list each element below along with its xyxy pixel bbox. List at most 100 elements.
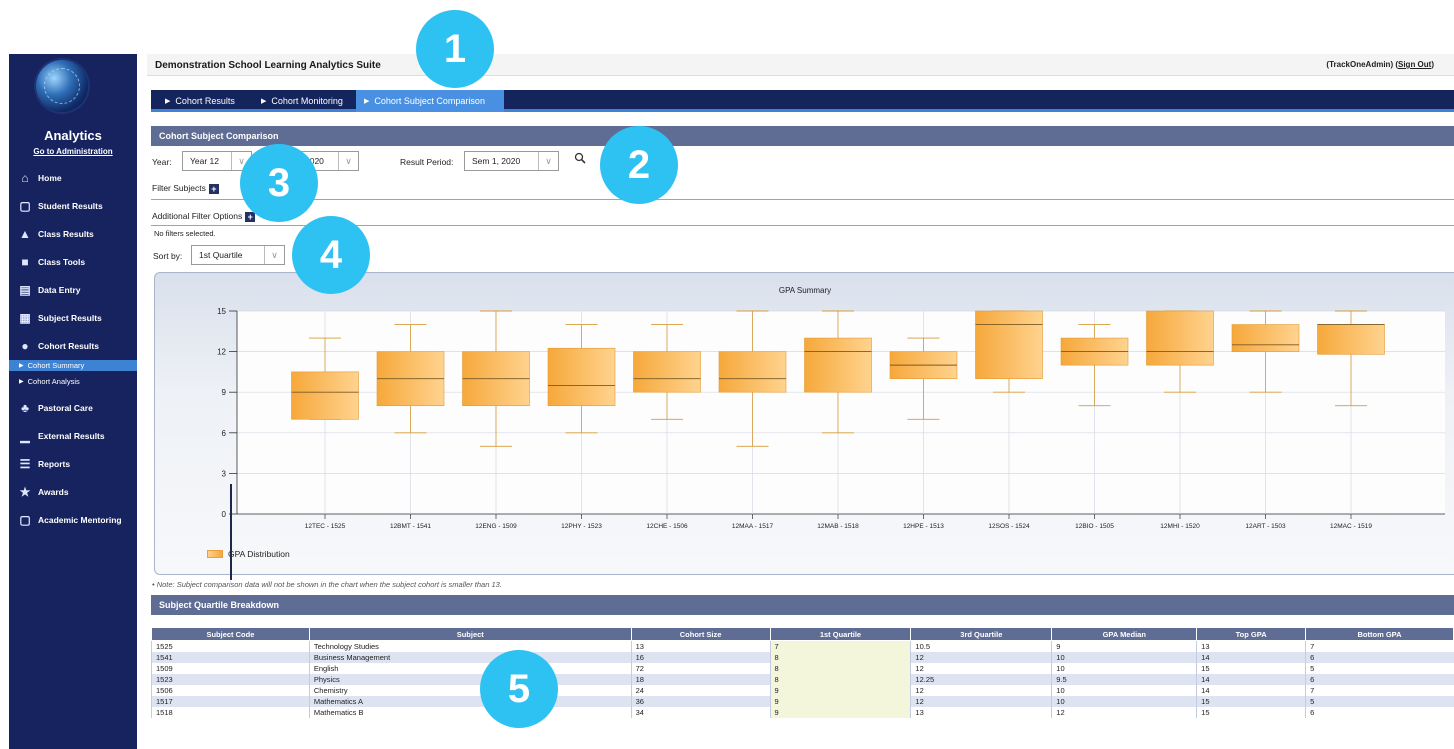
box (547, 347, 616, 407)
table-cell: Technology Studies (308, 640, 632, 652)
sidebar-item-academic-mentoring[interactable]: ▢ Academic Mentoring (9, 510, 137, 530)
callout-badge: 1 (416, 10, 494, 88)
table-cell: 13 (630, 640, 771, 652)
box (291, 371, 359, 420)
column-header[interactable]: Top GPA (1196, 627, 1307, 641)
column-header[interactable]: Cohort Size (630, 627, 771, 641)
logo-globe-icon (36, 60, 88, 112)
table-row[interactable]: 1523 Physics 18 8 12.25 9.5 14 6 (151, 673, 1454, 685)
table-cell: 12.25 (910, 673, 1052, 685)
table-cell: 36 (630, 695, 771, 707)
sidebar-item-label: Class Results (38, 229, 94, 239)
table-cell: 9 (1051, 640, 1197, 652)
sort-label: Sort by: (153, 251, 183, 261)
y-tick-label: 15 (217, 307, 226, 316)
tab-cohort-monitoring[interactable]: ▶ Cohort Monitoring (253, 90, 351, 112)
sidebar-item-class-results[interactable]: ▲ Class Results (9, 224, 137, 244)
tab-bar: ▶ Cohort Results ▶ Cohort Monitoring ▶ C… (151, 90, 1454, 112)
tab-cohort-subject-comparison[interactable]: ▶ Cohort Subject Comparison (356, 90, 504, 112)
mortarboard-icon: ▲ (19, 227, 31, 241)
box (718, 351, 787, 393)
sign-out-link[interactable]: Sign Out (1398, 60, 1431, 69)
filter-subjects-toggle[interactable]: Filter Subjects + (152, 183, 219, 194)
mortarboard-icon: ▢ (19, 199, 31, 213)
box (633, 351, 701, 393)
column-header[interactable]: Subject (308, 627, 632, 641)
result-period-select[interactable]: Sem 1, 2020 ∨ (464, 151, 559, 171)
callout-badge: 4 (292, 216, 370, 294)
sidebar-item-label: Cohort Results (38, 341, 99, 351)
sidebar-item-external-results[interactable]: ▁ External Results (9, 426, 137, 446)
table-cell: Physics (308, 673, 632, 685)
sidebar-item-class-tools[interactable]: ■ Class Tools (9, 252, 137, 272)
x-tick-label: 12MHI - 1520 (1160, 523, 1200, 530)
table-cell: 14 (1196, 673, 1306, 685)
sidebar-item-label: Academic Mentoring (38, 515, 122, 525)
sidebar-item-subject-results[interactable]: ▦ Subject Results (9, 308, 137, 328)
sidebar-item-awards[interactable]: ★ Awards (9, 482, 137, 502)
table-row[interactable]: 1517 Mathematics A 36 9 12 10 15 5 (151, 695, 1454, 707)
table-cell: 7 (769, 640, 911, 652)
table-row[interactable]: 1509 English 72 8 12 10 15 5 (151, 662, 1454, 674)
table-cell: 12 (1051, 706, 1197, 718)
year-select[interactable]: Year 12 ∨ (182, 151, 252, 171)
table-cell: English (308, 662, 632, 674)
box (1146, 310, 1214, 366)
table-cell: 13 (1196, 640, 1306, 652)
sidebar-item-data-entry[interactable]: ▤ Data Entry (9, 280, 137, 300)
table-row[interactable]: 1506 Chemistry 24 9 12 10 14 7 (151, 684, 1454, 696)
sort-select[interactable]: 1st Quartile ∨ (191, 245, 285, 265)
table-cell: 6 (1305, 706, 1454, 718)
table-cell: 16 (630, 651, 771, 663)
column-header[interactable]: 3rd Quartile (910, 627, 1053, 641)
column-header[interactable]: GPA Median (1051, 627, 1198, 641)
table-cell: Mathematics B (308, 706, 632, 718)
sidebar-item-cohort-results[interactable]: ● Cohort Results (9, 336, 137, 356)
table-cell: 1525 (151, 640, 310, 652)
table-cell: 9.5 (1051, 673, 1197, 685)
sidebar-item-reports[interactable]: ☰ Reports (9, 454, 137, 474)
breakdown-header: Subject Quartile Breakdown (151, 595, 1454, 615)
top-bar: Demonstration School Learning Analytics … (147, 54, 1454, 76)
table-cell: 15 (1196, 662, 1306, 674)
sidebar-item-label: Home (38, 173, 62, 183)
table-row[interactable]: 1541 Business Management 16 8 12 10 14 6 (151, 651, 1454, 663)
column-header[interactable]: 1st Quartile (769, 627, 912, 641)
plus-icon[interactable]: + (208, 183, 219, 194)
search-icon[interactable] (574, 152, 586, 164)
table-cell: 8 (769, 651, 911, 663)
table-row[interactable]: 1518 Mathematics B 34 9 13 12 15 6 (151, 706, 1454, 718)
table-cell: 10.5 (910, 640, 1052, 652)
sidebar-subitem-cohort-summary[interactable]: ▶ Cohort Summary (9, 360, 137, 371)
table-cell: 1523 (151, 673, 310, 685)
table-cell: 6 (1305, 673, 1454, 685)
table-row[interactable]: 1525 Technology Studies 13 7 10.5 9 13 7 (151, 640, 1454, 652)
sidebar-item-home[interactable]: ⌂ Home (9, 168, 137, 188)
sidebar-subitem-label: Cohort Summary (27, 361, 85, 370)
sidebar-item-pastoral-care[interactable]: ♣ Pastoral Care (9, 398, 137, 418)
column-header[interactable]: Bottom GPA (1305, 627, 1454, 641)
go-to-administration-link[interactable]: Go to Administration (9, 147, 137, 156)
sidebar-item-label: Pastoral Care (38, 403, 93, 413)
tab-cohort-results[interactable]: ▶ Cohort Results (157, 90, 243, 112)
triangle-right-icon: ▶ (261, 98, 267, 105)
sidebar-subitem-cohort-analysis[interactable]: ▶ Cohort Analysis (9, 376, 137, 387)
table-cell: 72 (630, 662, 771, 674)
x-tick-label: 12ENG - 1509 (475, 523, 517, 530)
sidebar-item-label: Class Tools (38, 257, 86, 267)
table-cell: 12 (910, 651, 1052, 663)
chart-legend[interactable]: GPA Distribution (207, 549, 290, 559)
gpa-summary-chart: GPA Summary 0 3 6 9 12 15 12TEC - 1525 12BMT - … (154, 272, 1454, 575)
table-cell: 18 (630, 673, 771, 685)
column-header[interactable]: Subject Code (151, 627, 310, 641)
additional-filter-toggle[interactable]: Additional Filter Options + (152, 211, 256, 222)
section-header: Cohort Subject Comparison (151, 126, 1454, 146)
table-cell: 10 (1051, 695, 1197, 707)
table-cell: 15 (1196, 706, 1306, 718)
sidebar-item-student-results[interactable]: ▢ Student Results (9, 196, 137, 216)
y-tick-label: 6 (222, 429, 227, 438)
quartile-table: Subject Code Subject Cohort Size 1st Qua… (151, 627, 1454, 718)
sidebar-item-label: Subject Results (38, 313, 102, 323)
box (1231, 324, 1300, 352)
table-cell: 8 (769, 662, 911, 674)
